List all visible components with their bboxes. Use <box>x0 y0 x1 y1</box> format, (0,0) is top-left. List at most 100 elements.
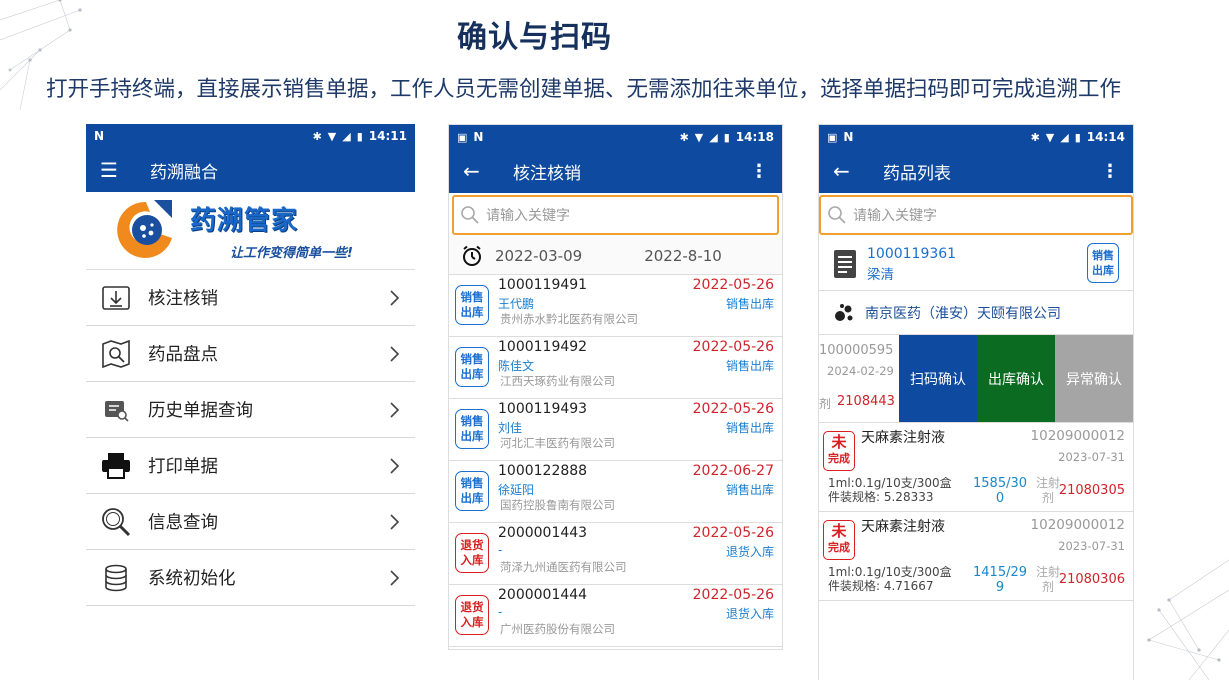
order-company: 江西天琢药业有限公司 <box>500 374 615 388</box>
date-range[interactable]: 2022-03-09 2022-8-10 <box>449 237 782 275</box>
search-input[interactable]: 请输入关键字 <box>819 195 1133 235</box>
menu-item-history[interactable]: 历史单据查询 <box>86 382 415 438</box>
battery-icon: ▮ <box>356 129 363 143</box>
order-company: 国药控股鲁南有限公司 <box>500 498 615 512</box>
order-company: 贵州赤水黔北医药有限公司 <box>500 312 638 326</box>
order-header: 1000119361 梁清 销售 出库 <box>819 237 1133 291</box>
menu-item-info[interactable]: 信息查询 <box>86 494 415 550</box>
notification-n-icon: N <box>843 130 854 144</box>
order-number: 1000122888 <box>498 463 588 479</box>
page-title: 确认与扫码 <box>457 20 612 55</box>
order-type: 销售出库 <box>725 359 774 373</box>
drug-spec: 1ml:0.1g/10支/300盒 件装规格: 5.28333 <box>828 476 952 504</box>
hamburger-icon[interactable]: ☰ <box>100 158 136 182</box>
logo-slogan: 让工作变得简单一些! <box>230 246 353 261</box>
exception-confirm-button[interactable]: 异常确认 <box>1055 335 1133 422</box>
order-row[interactable]: 销售 出库 1000119493 刘佳 河北汇丰医药有限公司 2022-05-26… <box>449 399 782 461</box>
menu-item-label: 打印单据 <box>148 457 218 477</box>
app-title: 核注核销 <box>513 163 581 184</box>
order-row[interactable]: 退货 入库 2000001444 - 广州医药股份有限公司 2022-05-26 … <box>449 585 782 647</box>
order-type: 销售出库 <box>725 483 774 497</box>
menu-item-label: 历史单据查询 <box>148 401 253 421</box>
image-icon: ▣ <box>457 130 468 144</box>
status-badge: 未完成 <box>823 431 855 471</box>
drug-code: 10209000012 <box>1030 428 1125 444</box>
drug-row[interactable]: 未完成 天麻素注射液 10209000012 2023-07-31 1ml:0.… <box>819 423 1133 512</box>
order-row[interactable]: 销售 出库 1000122888 徐延阳 国药控股鲁南有限公司 2022-06-2… <box>449 461 782 523</box>
document-icon <box>834 250 856 278</box>
order-number: 1000119493 <box>498 401 588 417</box>
status-time: 14:14 <box>1086 130 1125 144</box>
more-vert-icon[interactable]: ⋮ <box>750 161 768 182</box>
menu-item-print[interactable]: 打印单据 <box>86 438 415 494</box>
order-type: 退货入库 <box>725 545 774 559</box>
chevron-right-icon <box>390 457 400 474</box>
order-type: 退货入库 <box>725 607 774 621</box>
search-placeholder: 请输入关键字 <box>853 208 937 224</box>
order-person: - <box>498 543 503 557</box>
menu-item-init[interactable]: 系统初始化 <box>86 550 415 606</box>
order-row[interactable]: 销售 出库 1000119491 王代鹏 贵州赤水黔北医药有限公司 2022-05… <box>449 275 782 337</box>
row-date: 2024-02-29 <box>827 364 894 378</box>
logo-banner: 药溯管家 让工作变得简单一些! <box>86 192 415 270</box>
menu-item-inventory[interactable]: 药品盘点 <box>86 326 415 382</box>
order-row[interactable]: 退货 入库 2000001443 - 菏泽九州通医药有限公司 2022-05-26… <box>449 523 782 585</box>
status-badge: 未完成 <box>823 520 855 560</box>
menu-item-verify[interactable]: 核注核销 <box>86 270 415 326</box>
phone-verify-screen: ▣ N ✱ ▼ ◢ ▮ 14:18 ← 核注核销 ⋮ 请输入关键字 2022-03… <box>448 124 783 650</box>
order-number: 1000119492 <box>498 339 588 355</box>
order-type: 销售出库 <box>725 297 774 311</box>
order-row[interactable]: 销售 出库 1000119492 陈佳文 江西天琢药业有限公司 2022-05-2… <box>449 337 782 399</box>
order-person: - <box>498 605 503 619</box>
app-bar: ← 药品列表 ⋮ <box>819 149 1133 193</box>
drug-date: 2023-07-31 <box>1058 450 1125 464</box>
app-title: 药溯融合 <box>150 162 218 183</box>
signal-icon: ◢ <box>342 129 351 143</box>
bluetooth-icon: ✱ <box>679 130 689 144</box>
app-logo-icon <box>117 200 172 258</box>
more-vert-icon[interactable]: ⋮ <box>1101 161 1119 182</box>
notification-n-icon: N <box>473 130 484 144</box>
signal-icon: ◢ <box>1060 130 1069 144</box>
company-row: 南京医药（淮安）天颐有限公司 <box>819 291 1133 335</box>
order-date: 2022-05-26 <box>692 525 774 541</box>
date-to[interactable]: 2022-8-10 <box>644 247 722 265</box>
row-label: 剂 <box>819 397 832 411</box>
molecule-icon <box>835 303 853 321</box>
menu-item-label: 系统初始化 <box>148 569 236 589</box>
drug-row[interactable]: 未完成 天麻素注射液 10209000012 2023-07-31 1ml:0.… <box>819 512 1133 601</box>
drug-code: 10209000012 <box>1030 517 1125 533</box>
signal-icon: ◢ <box>709 130 718 144</box>
order-person: 刘佳 <box>498 421 523 435</box>
back-arrow-icon[interactable]: ← <box>463 159 499 183</box>
order-date: 2022-05-26 <box>692 277 774 293</box>
order-type: 销售出库 <box>725 421 774 435</box>
phone-home-screen: N ✱ ▼ ◢ ▮ 14:11 ☰ 药溯融合 药溯管家 让工作变得简单一些! 核… <box>86 124 415 680</box>
wifi-icon: ▼ <box>1045 130 1055 144</box>
drug-quantity: 1415/29 9 <box>973 565 1028 595</box>
order-type-badge: 销售 出库 <box>455 285 489 325</box>
back-arrow-icon[interactable]: ← <box>833 159 869 183</box>
status-time: 14:18 <box>735 130 774 144</box>
date-from[interactable]: 2022-03-09 <box>495 247 582 265</box>
order-date: 2022-06-27 <box>692 463 774 479</box>
drug-spec: 1ml:0.1g/10支/300盒 件装规格: 4.71667 <box>828 565 952 593</box>
order-number: 2000001443 <box>498 525 588 541</box>
order-number: 1000119361 <box>867 246 957 262</box>
menu-item-label: 核注核销 <box>148 289 218 309</box>
phone-drug-list-screen: ▣ N ✱ ▼ ◢ ▮ 14:14 ← 药品列表 ⋮ 请输入关键字 1000119… <box>818 124 1134 680</box>
chevron-right-icon <box>390 513 400 530</box>
outbound-confirm-button[interactable]: 出库确认 <box>977 335 1055 422</box>
swiped-row[interactable]: 100000595 2024-02-29 剂 2108443 扫码确认 出库确认… <box>819 335 1133 423</box>
status-bar: ▣ N ✱ ▼ ◢ ▮ 14:14 <box>819 125 1133 149</box>
menu-item-label: 药品盘点 <box>148 345 218 365</box>
scan-confirm-button[interactable]: 扫码确认 <box>899 335 977 422</box>
order-company: 河北汇丰医药有限公司 <box>500 436 615 450</box>
chevron-right-icon <box>390 401 400 418</box>
bluetooth-icon: ✱ <box>312 129 322 143</box>
page-subtitle: 打开手持终端，直接展示销售单据，工作人员无需创建单据、无需添加往来单位，选择单据… <box>46 77 1122 102</box>
notification-n-icon: N <box>94 129 105 143</box>
doc-search-icon <box>98 392 134 428</box>
map-search-icon <box>98 336 134 372</box>
search-input[interactable]: 请输入关键字 <box>452 195 779 235</box>
